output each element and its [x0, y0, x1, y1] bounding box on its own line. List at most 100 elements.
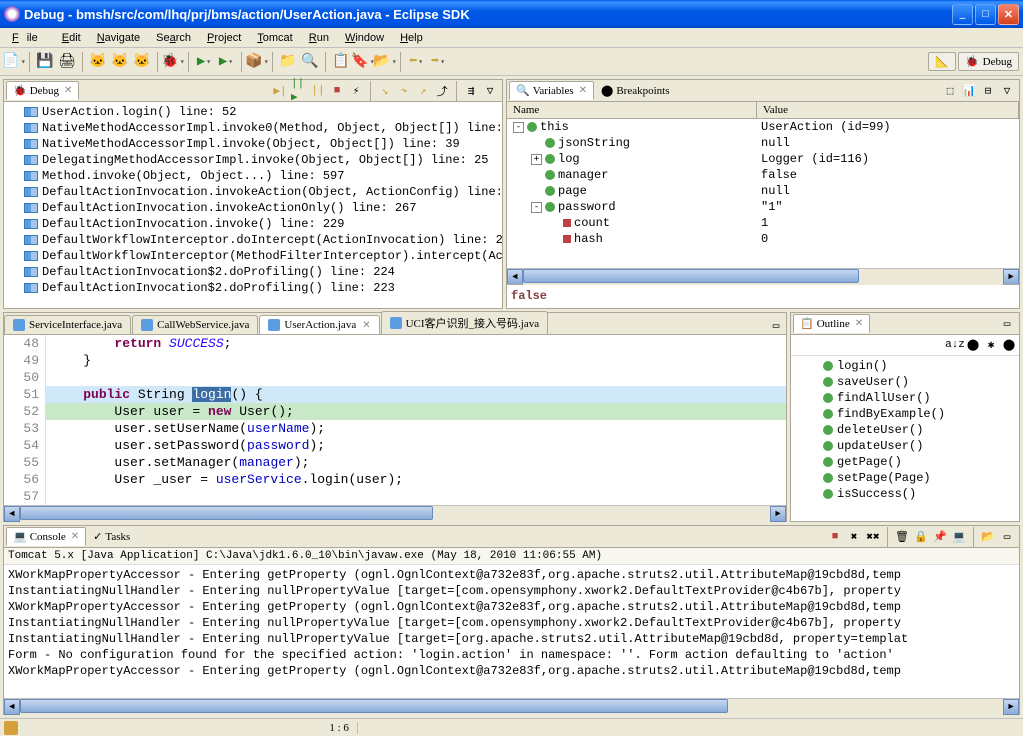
print-button[interactable]: 🖨 [57, 52, 77, 72]
scroll-thumb[interactable] [523, 269, 859, 283]
hide-static-icon[interactable]: ✱ [983, 337, 999, 353]
outline-item[interactable]: findAllUser() [793, 390, 1017, 406]
editor-tab-callwebservice[interactable]: CallWebService.java [132, 315, 258, 334]
editor-tab-serviceinterface[interactable]: ServiceInterface.java [4, 315, 131, 334]
tasks-tab[interactable]: ✓ Tasks [86, 527, 137, 546]
editor-hscroll[interactable]: ◄ ► [4, 505, 786, 521]
variable-row[interactable]: -password"1" [507, 199, 1019, 215]
hide-fields-icon[interactable]: ⬤ [965, 337, 981, 353]
variable-row[interactable]: hash0 [507, 231, 1019, 247]
scroll-left-icon[interactable]: ◄ [4, 699, 20, 715]
maximize-icon[interactable]: ▭ [999, 529, 1015, 545]
step-return-button[interactable]: ↗ [415, 83, 431, 99]
open-perspective-button[interactable]: 📐 [928, 52, 956, 71]
view-menu-icon[interactable]: ▽ [482, 83, 498, 99]
debug-button[interactable]: 🐞 [163, 52, 183, 72]
variables-tab[interactable]: 🔍 Variables ✕ [509, 81, 594, 100]
debug-stack[interactable]: UserAction.login() line: 52 NativeMethod… [4, 102, 502, 308]
save-button[interactable]: 💾 [35, 52, 55, 72]
menu-window[interactable]: Window [337, 30, 392, 46]
search-button[interactable]: 🔍 [300, 52, 320, 72]
outline-item[interactable]: getPage() [793, 454, 1017, 470]
drop-to-frame-button[interactable]: ⤴ [434, 83, 450, 99]
open-console-icon[interactable]: 📂 [980, 529, 996, 545]
close-icon[interactable]: ✕ [64, 85, 72, 96]
use-step-filters-button[interactable]: ⇶ [463, 83, 479, 99]
scroll-thumb[interactable] [20, 699, 728, 713]
display-console-icon[interactable]: 💻 [951, 529, 967, 545]
step-into-button[interactable]: ↘ [377, 83, 393, 99]
scroll-right-icon[interactable]: ► [1003, 699, 1019, 715]
run-last-button[interactable]: ▶ [216, 52, 236, 72]
scroll-right-icon[interactable]: ► [770, 506, 786, 522]
variable-row[interactable]: pagenull [507, 183, 1019, 199]
console-tab[interactable]: 💻 Console ✕ [6, 527, 86, 546]
folder-button[interactable]: 📂 [375, 52, 395, 72]
close-button[interactable]: ✕ [998, 4, 1019, 25]
debug-perspective-button[interactable]: 🐞 Debug [958, 52, 1019, 71]
outline-item[interactable]: isSuccess() [793, 486, 1017, 502]
debug-tab[interactable]: 🐞 Debug ✕ [6, 81, 79, 100]
disconnect-button[interactable]: ⚡ [348, 83, 364, 99]
close-icon[interactable]: ✕ [579, 85, 587, 96]
outline-item[interactable]: saveUser() [793, 374, 1017, 390]
clear-console-icon[interactable]: 🗑 [894, 529, 910, 545]
variable-row[interactable]: -thisUserAction (id=99) [507, 119, 1019, 135]
show-type-names-icon[interactable]: ⬚ [942, 83, 958, 99]
outline-item[interactable]: findByExample() [793, 406, 1017, 422]
outline-item[interactable]: deleteUser() [793, 422, 1017, 438]
col-name[interactable]: Name [507, 102, 757, 118]
open-type-button[interactable]: 📁 [278, 52, 298, 72]
close-icon[interactable]: ✕ [71, 531, 79, 542]
scroll-right-icon[interactable]: ► [1003, 269, 1019, 285]
sort-icon[interactable]: a↓z [947, 337, 963, 353]
maximize-icon[interactable]: ▭ [999, 316, 1015, 332]
resume-button[interactable]: ▶| [272, 83, 288, 99]
expand-toggle[interactable]: - [531, 202, 542, 213]
maximize-icon[interactable]: ▭ [768, 318, 784, 334]
scroll-left-icon[interactable]: ◄ [4, 506, 20, 522]
breakpoints-tab[interactable]: ⬤ Breakpoints [594, 81, 676, 100]
menu-file[interactable]: File [4, 30, 54, 46]
menu-navigate[interactable]: Navigate [89, 30, 148, 46]
editor-tab-uci[interactable]: UCI客户识别_接入号码.java [381, 311, 549, 334]
editor-tab-useraction[interactable]: UserAction.java ✕ [259, 315, 379, 334]
show-logical-icon[interactable]: 📊 [961, 83, 977, 99]
scroll-left-icon[interactable]: ◄ [507, 269, 523, 285]
variables-body[interactable]: -thisUserAction (id=99)jsonStringnull+lo… [507, 119, 1019, 268]
tomcat-restart-icon[interactable]: 🐱 [132, 52, 152, 72]
outline-body[interactable]: login()saveUser()findAllUser()findByExam… [791, 356, 1019, 521]
tomcat-start-icon[interactable]: 🐱 [88, 52, 108, 72]
terminate-button[interactable]: ■ [827, 529, 843, 545]
variable-row[interactable]: managerfalse [507, 167, 1019, 183]
terminate-button[interactable]: ■ [329, 83, 345, 99]
back-button[interactable]: ⬅ [406, 52, 426, 72]
outline-item[interactable]: login() [793, 358, 1017, 374]
remove-launch-icon[interactable]: ✖ [846, 529, 862, 545]
console-hscroll[interactable]: ◄ ► [4, 698, 1019, 714]
menu-tomcat[interactable]: Tomcat [249, 30, 300, 46]
close-icon[interactable]: ✕ [362, 320, 370, 331]
run-button[interactable]: ▶ [194, 52, 214, 72]
annotation-button[interactable]: 🔖 [353, 52, 373, 72]
task-button[interactable]: 📋 [331, 52, 351, 72]
minimize-button[interactable]: _ [952, 4, 973, 25]
variables-hscroll[interactable]: ◄ ► [507, 268, 1019, 284]
scroll-lock-icon[interactable]: 🔒 [913, 529, 929, 545]
new-button[interactable]: 📄 [4, 52, 24, 72]
hide-nonpublic-icon[interactable]: ⬤ [1001, 337, 1017, 353]
variable-row[interactable]: count1 [507, 215, 1019, 231]
view-menu-icon[interactable]: ▽ [999, 83, 1015, 99]
expand-toggle[interactable]: + [531, 154, 542, 165]
expand-toggle[interactable]: - [513, 122, 524, 133]
maximize-button[interactable]: □ [975, 4, 996, 25]
menu-edit[interactable]: Edit [54, 30, 89, 46]
editor-body[interactable]: 48 49 50 51 52 53 54 55 56 57 return SUC… [4, 335, 786, 505]
new-class-button[interactable]: 📦 [247, 52, 267, 72]
menu-project[interactable]: Project [199, 30, 249, 46]
suspend-button[interactable]: ||▶ [291, 83, 307, 99]
menu-help[interactable]: Help [392, 30, 431, 46]
step-over-button[interactable]: ↷ [396, 83, 412, 99]
outline-item[interactable]: setPage(Page) [793, 470, 1017, 486]
close-icon[interactable]: ✕ [855, 318, 863, 329]
